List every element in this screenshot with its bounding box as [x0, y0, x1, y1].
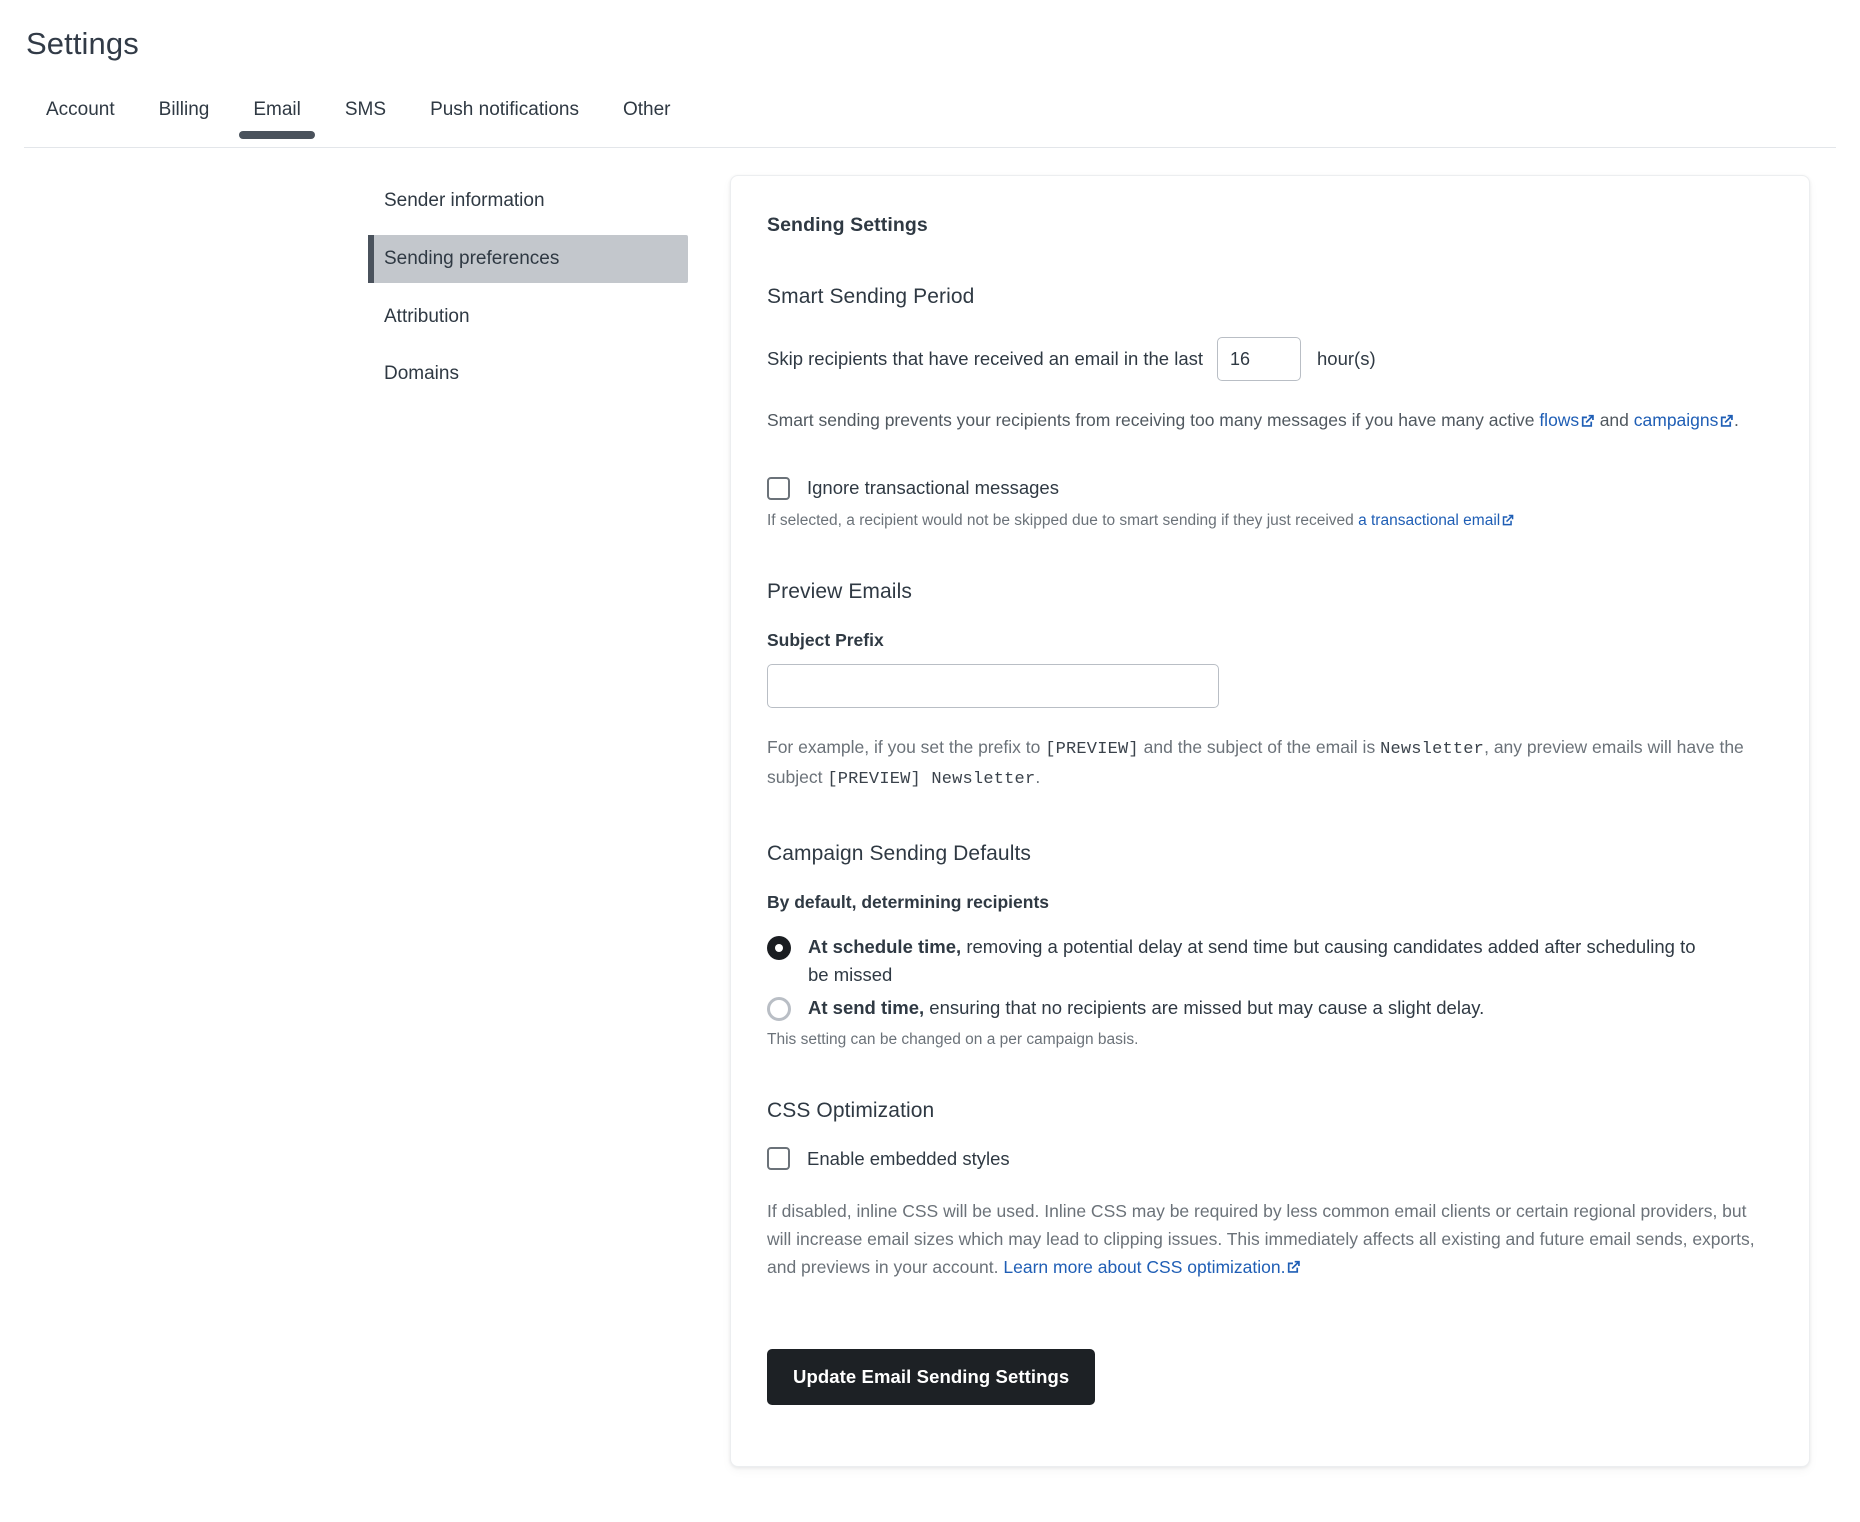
sidebar-item-sending-preferences-label: Sending preferences [384, 247, 560, 269]
example-code-result: [PREVIEW] Newsletter [827, 770, 1036, 790]
tab-other-label: Other [622, 99, 671, 121]
campaign-defaults-label: By default, determining recipients [767, 891, 1049, 912]
radio-at-schedule-time-bold: At schedule time, [808, 935, 962, 957]
radio-at-send-time-bold: At send time, [808, 997, 925, 1019]
ignore-transactional-note-part1: If selected, a recipient would not be sk… [767, 511, 1359, 529]
enable-embedded-styles-checkbox-row[interactable]: Enable embedded styles [767, 1147, 1773, 1171]
radio-row-at-schedule-time[interactable]: At schedule time, removing a potential d… [767, 933, 1773, 989]
ignore-transactional-label: Ignore transactional messages [807, 477, 1059, 499]
subject-prefix-label: Subject Prefix [767, 630, 884, 651]
css-optimization-description: If disabled, inline CSS will be used. In… [767, 1198, 1767, 1281]
enable-embedded-styles-checkbox[interactable] [767, 1147, 790, 1171]
example-code-preview-token: [PREVIEW] [1045, 740, 1139, 760]
page-title: Settings [26, 26, 139, 61]
css-optimization-heading: CSS Optimization [767, 1099, 935, 1123]
radio-at-send-time-rest: ensuring that no recipients are missed b… [924, 997, 1485, 1019]
external-link-icon [1288, 1261, 1301, 1274]
smart-sending-description-part1: Smart sending prevents your recipients f… [767, 410, 1540, 431]
tab-account[interactable]: Account [26, 100, 137, 135]
external-link-icon [1721, 414, 1734, 427]
settings-content: Sender information Sending preferences A… [0, 148, 1860, 1468]
update-email-sending-settings-button[interactable]: Update Email Sending Settings [767, 1349, 1096, 1406]
external-link-icon [1502, 514, 1514, 526]
css-optimization-learn-more-link[interactable]: Learn more about CSS optimization. [1003, 1257, 1301, 1277]
tab-billing[interactable]: Billing [137, 100, 232, 135]
campaign-defaults-radio-group: At schedule time, removing a potential d… [767, 933, 1773, 1022]
smart-sending-heading: Smart Sending Period [767, 285, 975, 309]
sidebar-item-domains-label: Domains [384, 363, 459, 385]
radio-at-send-time-label: At send time, ensuring that no recipient… [808, 994, 1484, 1022]
transactional-email-link[interactable]: a transactional email [1358, 512, 1514, 529]
ignore-transactional-checkbox-row[interactable]: Ignore transactional messages [767, 476, 1773, 500]
campaigns-link[interactable]: campaigns [1634, 410, 1734, 430]
radio-row-at-send-time[interactable]: At send time, ensuring that no recipient… [767, 994, 1773, 1022]
css-optimization-learn-more-label: Learn more about CSS optimization. [1003, 1256, 1286, 1277]
enable-embedded-styles-label: Enable embedded styles [807, 1147, 1010, 1169]
ignore-transactional-note: If selected, a recipient would not be sk… [767, 509, 1773, 532]
radio-at-schedule-time[interactable] [767, 935, 791, 960]
settings-tabs-bar: Account Billing Email SMS Push notificat… [24, 99, 1836, 149]
smart-sending-hours-unit: hour(s) [1317, 348, 1376, 370]
tab-sms-label: SMS [344, 99, 387, 121]
sidebar-item-domains[interactable]: Domains [368, 350, 688, 398]
tab-sms[interactable]: SMS [323, 100, 408, 135]
preview-emails-heading: Preview Emails [767, 580, 912, 604]
ignore-transactional-checkbox[interactable] [767, 476, 790, 500]
smart-sending-lead-text: Skip recipients that have received an em… [767, 348, 1204, 370]
smart-sending-hours-input[interactable] [1217, 337, 1302, 382]
page-header: Settings Account Billing Email SMS Push … [0, 0, 1860, 149]
campaign-defaults-heading: Campaign Sending Defaults [767, 841, 1031, 865]
tab-other[interactable]: Other [601, 100, 693, 135]
tab-push-notifications-label: Push notifications [430, 99, 579, 121]
transactional-email-link-label: a transactional email [1358, 511, 1501, 529]
flows-link-label: flows [1539, 410, 1580, 431]
subject-prefix-example: For example, if you set the prefix to [P… [767, 734, 1767, 794]
email-settings-sidenav: Sender information Sending preferences A… [368, 175, 688, 408]
sidebar-item-sender-information[interactable]: Sender information [368, 177, 688, 225]
example-part2: and the subject of the email is [1138, 737, 1381, 758]
radio-at-schedule-time-label: At schedule time, removing a potential d… [808, 933, 1708, 989]
card-title: Sending Settings [767, 214, 928, 237]
sidebar-item-sender-information-label: Sender information [384, 190, 545, 212]
tab-active-underline [239, 131, 316, 140]
tab-email[interactable]: Email [231, 99, 323, 140]
example-part4: . [1035, 767, 1041, 788]
settings-tabs: Account Billing Email SMS Push notificat… [24, 99, 1836, 140]
smart-sending-description: Smart sending prevents your recipients f… [767, 407, 1767, 435]
smart-sending-period-row: Skip recipients that have received an em… [767, 337, 1773, 382]
campaign-defaults-note: This setting can be changed on a per cam… [767, 1031, 1139, 1049]
smart-sending-description-part3: . [1734, 410, 1739, 431]
subject-prefix-input[interactable] [767, 664, 1219, 709]
tab-account-label: Account [46, 99, 115, 121]
external-link-icon [1582, 414, 1594, 427]
tab-push-notifications[interactable]: Push notifications [408, 100, 601, 135]
sidebar-item-sending-preferences[interactable]: Sending preferences [368, 234, 688, 283]
example-part1: For example, if you set the prefix to [767, 737, 1046, 758]
tab-billing-label: Billing [158, 99, 210, 121]
example-code-newsletter: Newsletter [1380, 740, 1485, 760]
sidebar-item-attribution[interactable]: Attribution [368, 293, 688, 341]
flows-link[interactable]: flows [1539, 410, 1595, 430]
tab-email-label: Email [253, 99, 301, 121]
sidebar-item-attribution-label: Attribution [384, 305, 470, 327]
campaigns-link-label: campaigns [1633, 410, 1719, 431]
radio-at-send-time[interactable] [767, 997, 791, 1022]
sending-settings-card: Sending Settings Smart Sending Period Sk… [730, 175, 1810, 1468]
smart-sending-description-part2: and [1594, 410, 1634, 431]
